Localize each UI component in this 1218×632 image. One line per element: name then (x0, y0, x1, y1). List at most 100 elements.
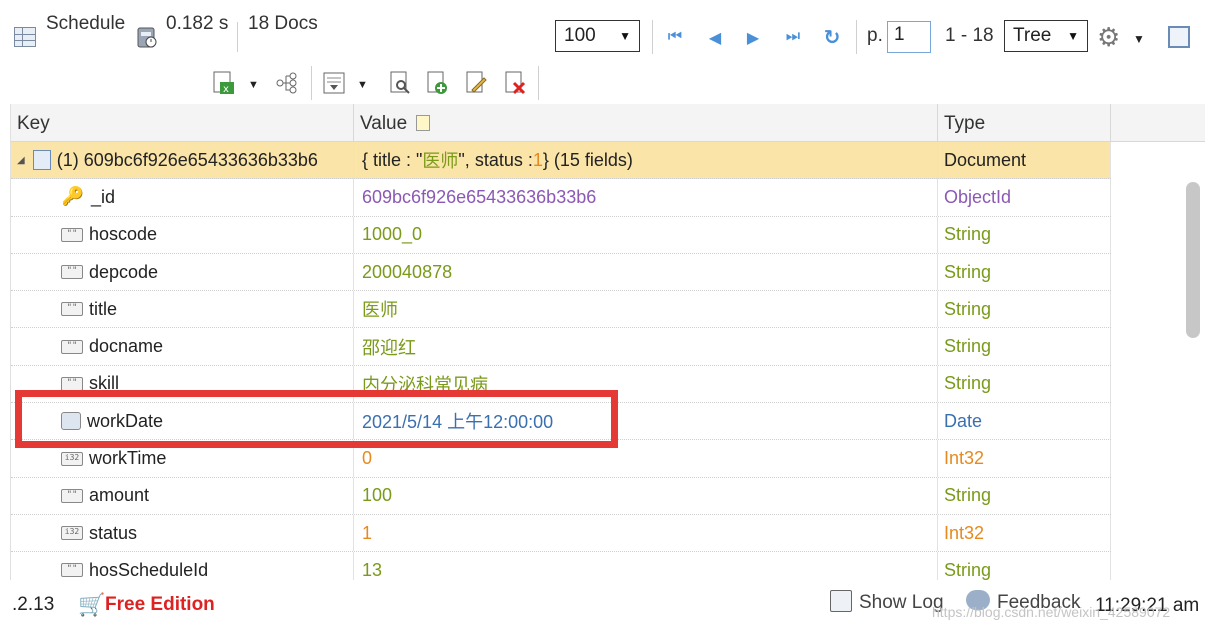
field-row-depcode[interactable]: "" depcode 200040878 String (11, 253, 1111, 292)
docs-count: 18 Docs (248, 13, 318, 34)
gear-icon[interactable]: ⚙ (1097, 24, 1120, 50)
timer-icon (136, 25, 158, 49)
document-grid: Key Value Type ◢ (1) 609bc6f926e65433636… (10, 104, 1205, 580)
delete-document-icon[interactable] (503, 70, 527, 101)
field-key-cell: "" amount (11, 477, 354, 514)
free-edition-link[interactable]: Free Edition (105, 594, 215, 616)
export-icon[interactable]: x (212, 70, 236, 101)
chevron-down-icon[interactable]: ▼ (1133, 32, 1145, 46)
chevron-down-icon[interactable]: ▼ (357, 79, 368, 91)
collapse-triangle-icon[interactable]: ◢ (17, 155, 25, 166)
field-row-status[interactable]: i32 status 1 Int32 (11, 514, 1111, 553)
field-key: title (89, 298, 118, 319)
field-type: String (938, 365, 1111, 403)
result-range: 1 - 18 (945, 25, 994, 46)
string-icon: "" (61, 563, 83, 578)
tree-structure-icon[interactable] (276, 72, 298, 99)
field-row-hosscheduleid[interactable]: "" hosScheduleId 13 String (11, 552, 1111, 580)
string-icon: "" (61, 488, 83, 503)
field-value: 1 (354, 514, 938, 552)
refresh-icon[interactable]: ↻ (820, 25, 844, 50)
page-number-input[interactable]: 1 (887, 21, 931, 53)
field-type: String (938, 328, 1111, 365)
field-type: String (938, 253, 1111, 291)
document-value-cell: { title : " 医师 ", status : 1 } (15 fields) (354, 142, 938, 179)
field-row-id[interactable]: 🔑 _id 609bc6f926e65433636b33b6 ObjectId (11, 179, 1111, 217)
version-label: .2.13 (12, 594, 55, 615)
show-log-button[interactable]: Show Log (859, 592, 944, 614)
field-key: hoscode (89, 224, 158, 245)
field-type: String (938, 552, 1111, 580)
collection-name: Schedule (46, 13, 126, 34)
string-icon: "" (61, 376, 83, 391)
svg-text:x: x (223, 84, 229, 95)
grid-view-icon[interactable] (14, 27, 36, 47)
string-icon: "" (61, 227, 83, 242)
field-key-cell: "" depcode (11, 253, 354, 291)
int32-icon: i32 (61, 526, 83, 541)
expand-window-icon[interactable] (1168, 26, 1190, 48)
field-type: String (938, 477, 1111, 514)
document-value-title: 医师 (422, 151, 459, 172)
field-key: _id (91, 186, 116, 207)
field-key-cell: 🔑 _id (11, 179, 354, 216)
grid-header: Key Value Type (11, 104, 1205, 142)
key-column-header[interactable]: Key (11, 104, 354, 142)
document-value-close: } (15 fields) (542, 149, 633, 170)
field-key: amount (89, 485, 150, 506)
field-key-cell: i32 status (11, 514, 354, 552)
field-row-title[interactable]: "" title 医师 String (11, 291, 1111, 329)
field-type: ObjectId (938, 179, 1111, 216)
grid-rows: ◢ (1) 609bc6f926e65433636b33b6 { title :… (11, 142, 1111, 580)
value-header-label: Value (360, 113, 408, 134)
view-mode-select[interactable]: Tree ▼ (1004, 20, 1088, 52)
annotation-highlight-box (15, 390, 618, 448)
string-icon: "" (61, 302, 83, 317)
page-prefix: p. (867, 25, 883, 46)
field-key: depcode (89, 261, 159, 282)
first-page-icon[interactable]: ⏮ (663, 28, 687, 46)
field-value: 邵迎红 (354, 328, 938, 365)
log-icon (830, 590, 852, 612)
query-time: 0.182 s (166, 13, 229, 34)
value-column-header[interactable]: Value (354, 104, 938, 142)
field-value: 1000_0 (354, 216, 938, 253)
prev-page-icon[interactable]: ◀ (703, 28, 727, 48)
document-value-mid: ", status : (458, 149, 533, 170)
filter-view-icon[interactable] (322, 71, 346, 100)
chevron-down-icon: ▼ (619, 29, 631, 43)
type-column-header[interactable]: Type (938, 104, 1111, 142)
cart-icon: 🛒 (78, 592, 106, 617)
note-icon (416, 115, 431, 131)
field-type: Int32 (938, 440, 1111, 477)
field-key-cell: "" title (11, 291, 354, 328)
document-key: (1) 609bc6f926e65433636b33b6 (56, 149, 318, 170)
last-page-icon[interactable]: ⏭ (781, 28, 805, 46)
field-type: String (938, 216, 1111, 253)
add-document-icon[interactable] (425, 70, 449, 101)
scrollbar-thumb[interactable] (1186, 182, 1200, 338)
chevron-down-icon[interactable]: ▼ (248, 79, 259, 91)
field-row-amount[interactable]: "" amount 100 String (11, 477, 1111, 515)
field-type: Int32 (938, 514, 1111, 552)
string-icon: "" (61, 265, 83, 280)
next-page-icon[interactable]: ▶ (741, 28, 765, 48)
field-key: docname (89, 336, 164, 357)
field-type: String (938, 291, 1111, 328)
chevron-down-icon: ▼ (1067, 29, 1079, 43)
page-size-value: 100 (564, 25, 596, 46)
field-value: 13 (354, 552, 938, 580)
field-row-hoscode[interactable]: "" hoscode 1000_0 String (11, 216, 1111, 254)
page-size-select[interactable]: 100 ▼ (555, 20, 640, 52)
view-document-icon[interactable] (388, 70, 412, 101)
field-value: 医师 (354, 291, 938, 328)
field-key: hosScheduleId (89, 559, 209, 580)
vertical-scrollbar[interactable] (1181, 142, 1205, 580)
watermark-text: https://blog.csdn.net/weixin_42589072 (932, 604, 1171, 620)
field-key-cell: "" docname (11, 328, 354, 365)
field-row-docname[interactable]: "" docname 邵迎红 String (11, 328, 1111, 366)
edit-document-icon[interactable] (464, 70, 488, 101)
field-value: 100 (354, 477, 938, 514)
field-value: 200040878 (354, 253, 938, 291)
document-row[interactable]: ◢ (1) 609bc6f926e65433636b33b6 { title :… (11, 142, 1111, 180)
